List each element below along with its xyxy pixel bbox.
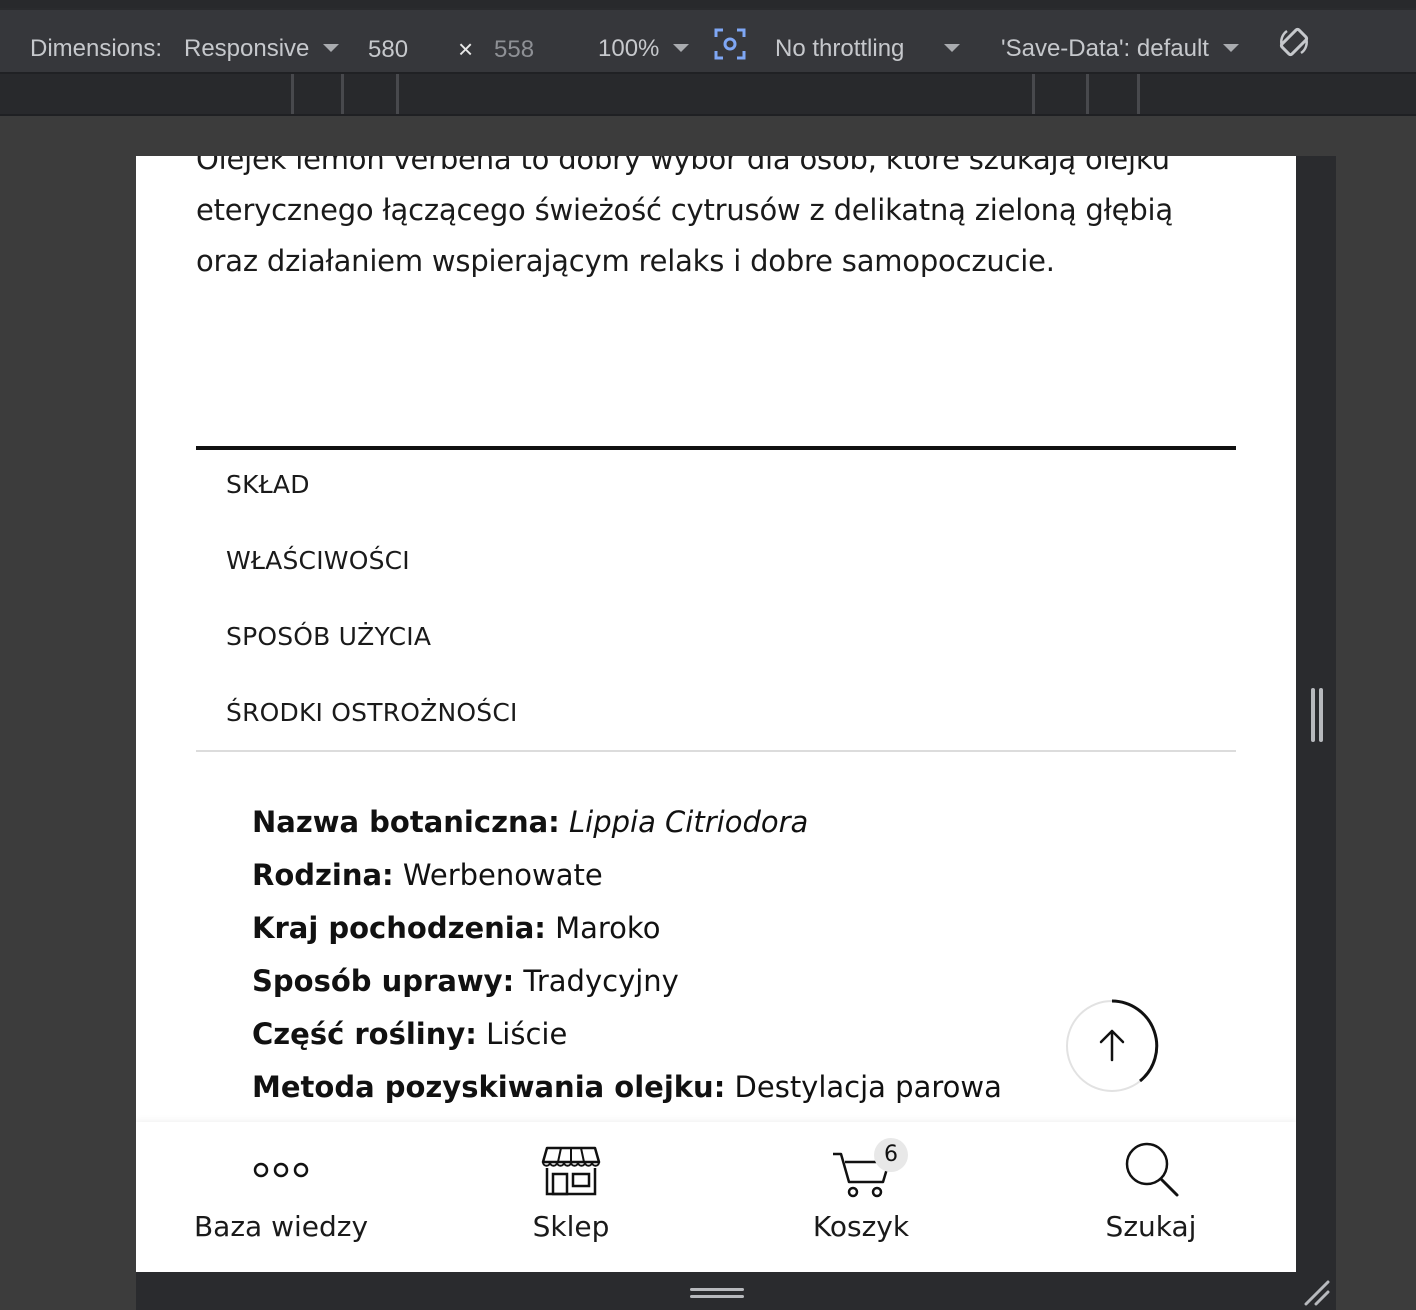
spec-row: Rodzina: Werbenowate xyxy=(252,849,1002,902)
dots-icon xyxy=(253,1162,309,1178)
rotate-icon[interactable] xyxy=(1276,24,1314,62)
right-resize-handle[interactable] xyxy=(1310,688,1324,742)
devtools-top-strip xyxy=(0,0,1416,8)
spec-key: Metoda pozyskiwania olejku: xyxy=(252,1070,726,1104)
search-icon xyxy=(1125,1142,1179,1197)
arrow-up-icon xyxy=(1066,999,1159,1092)
spec-value: Tradycyjny xyxy=(523,964,679,998)
spec-row: Nazwa botaniczna: Lippia Citriodora xyxy=(252,796,1002,849)
throttling-select[interactable]: No throttling xyxy=(775,10,961,74)
device-toolbar: Dimensions: Responsive 580 × 558 100% No… xyxy=(0,8,1416,74)
cart-count-badge: 6 xyxy=(874,1138,908,1172)
nav-item-baza-wiedzy[interactable]: Baza wiedzy xyxy=(136,1122,426,1272)
ruler-segment xyxy=(1137,74,1140,114)
device-mode-value: Responsive xyxy=(184,35,310,62)
spec-row: Sposób uprawy: Tradycyjny xyxy=(252,955,1002,1008)
ruler-segment xyxy=(341,74,344,114)
shop-icon xyxy=(541,1146,601,1196)
product-description: Olejek lemon verbena to dobry wybór dla … xyxy=(196,156,1236,287)
ruler-segment xyxy=(1032,74,1035,114)
grip-bar xyxy=(1311,688,1315,742)
chevron-down-icon xyxy=(673,43,690,52)
nav-label: Sklep xyxy=(532,1210,610,1243)
back-to-top-button[interactable] xyxy=(1064,998,1160,1094)
nav-label: Szukaj xyxy=(1105,1210,1197,1243)
ruler-segment xyxy=(396,74,399,114)
dimensions-label: Dimensions: xyxy=(30,35,163,62)
ruler-segment xyxy=(291,74,294,114)
spec-value: Maroko xyxy=(555,911,661,945)
spec-row: Metoda pozyskiwania olejku: Destylacja p… xyxy=(252,1061,1002,1114)
save-data-select[interactable]: 'Save-Data': default xyxy=(1001,10,1239,74)
spec-key: Rodzina: xyxy=(252,858,394,892)
description-line: Olejek lemon verbena to dobry wybór dla … xyxy=(196,156,1170,176)
mobile-page: Olejek lemon verbena to dobry wybór dla … xyxy=(136,156,1296,1272)
chevron-down-icon xyxy=(323,43,340,52)
nav-item-koszyk[interactable]: 6 Koszyk xyxy=(716,1122,1006,1272)
corner-resize-icon[interactable] xyxy=(1300,1278,1332,1306)
spec-key: Sposób uprawy: xyxy=(252,964,515,998)
throttling-value: No throttling xyxy=(775,35,905,62)
zoom-select[interactable]: 100% xyxy=(598,10,690,74)
tab-srodki-ostroznosci[interactable]: ŚRODKI OSTROŻNOŚCI xyxy=(226,698,518,727)
spec-value: Lippia Citriodora xyxy=(568,805,809,839)
grip-bar xyxy=(690,1288,744,1291)
tab-wlasciwosci[interactable]: WŁAŚCIWOŚCI xyxy=(226,546,410,575)
tabs-bottom-border xyxy=(196,750,1236,752)
nav-label: Baza wiedzy xyxy=(193,1210,369,1243)
device-mode-select[interactable]: Responsive xyxy=(184,10,340,74)
bottom-navigation: Baza wiedzy Sklep 6 Koszyk Szukaj xyxy=(136,1122,1296,1272)
height-input[interactable]: 558 xyxy=(494,24,534,63)
nav-label: Koszyk xyxy=(812,1210,910,1243)
spec-row: Część rośliny: Liście xyxy=(252,1008,1002,1061)
save-data-value: 'Save-Data': default xyxy=(1001,35,1209,62)
times-icon: × xyxy=(458,34,474,64)
spec-value: Liście xyxy=(486,1017,568,1051)
spec-value: Destylacja parowa xyxy=(734,1070,1002,1104)
description-line: eterycznego łączącego świeżość cytrusów … xyxy=(196,193,1173,227)
nav-item-sklep[interactable]: Sklep xyxy=(426,1122,716,1272)
spec-row: Kraj pochodzenia: Maroko xyxy=(252,902,1002,955)
tab-sklad[interactable]: SKŁAD xyxy=(226,470,310,499)
nav-item-szukaj[interactable]: Szukaj xyxy=(1006,1122,1296,1272)
bottom-resize-handle[interactable] xyxy=(690,1286,744,1300)
description-line: oraz działaniem wspierającym relaks i do… xyxy=(196,244,1055,278)
spec-key: Nazwa botaniczna: xyxy=(252,805,560,839)
ruler-segment xyxy=(1086,74,1089,114)
media-query-ruler[interactable] xyxy=(0,74,1416,116)
corner-resize-svg xyxy=(1304,1280,1330,1306)
chevron-down-icon xyxy=(1222,43,1239,52)
product-specs: Nazwa botaniczna: Lippia Citriodora Rodz… xyxy=(252,796,1002,1114)
capture-icon-svg xyxy=(714,28,746,60)
spec-value: Werbenowate xyxy=(402,858,603,892)
tabs-top-border xyxy=(196,446,1236,450)
spec-key: Część rośliny: xyxy=(252,1017,477,1051)
tab-sposob-uzycia[interactable]: SPOSÓB UŻYCIA xyxy=(226,622,431,651)
spec-key: Kraj pochodzenia: xyxy=(252,911,546,945)
grip-bar xyxy=(690,1295,744,1298)
rotate-icon-svg xyxy=(1279,27,1309,57)
zoom-value: 100% xyxy=(598,35,660,62)
chevron-down-icon xyxy=(944,43,961,52)
width-input[interactable]: 580 xyxy=(368,24,408,63)
grip-bar xyxy=(1319,688,1323,742)
screenshot-icon[interactable] xyxy=(714,28,746,60)
